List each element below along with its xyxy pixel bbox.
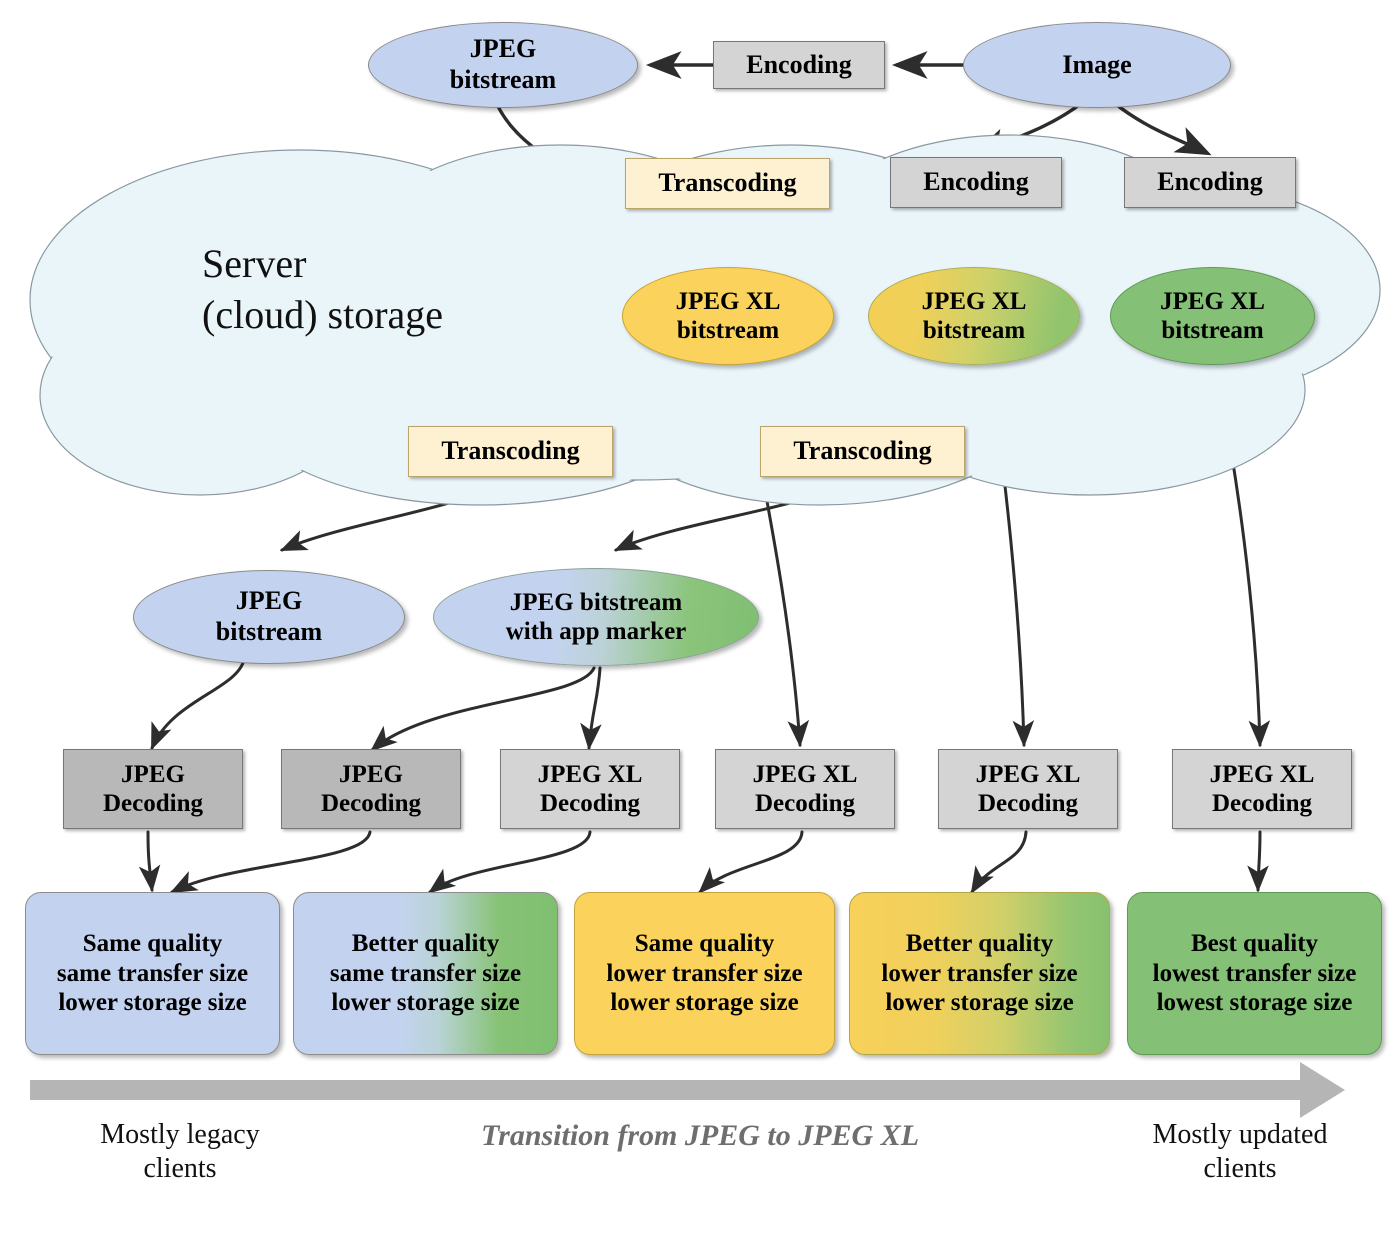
result-card-1[interactable]: Same quality same transfer size lower st… [25, 892, 280, 1055]
result-line1: Best quality [1190, 930, 1319, 958]
diagram-canvas: Server (cloud) storage JPEG bitstream En… [0, 0, 1400, 1244]
result-card-4[interactable]: Better quality lower transfer size lower… [849, 892, 1110, 1055]
axis-label-center-text: Transition from JPEG to JPEG XL [480, 1119, 920, 1152]
node-line1: JPEG [339, 760, 403, 788]
node-line2: Decoding [1212, 790, 1312, 817]
node-decoder-5[interactable]: JPEG XL Decoding [938, 749, 1118, 829]
result-line1: Better quality [351, 930, 500, 958]
node-line1: JPEG XL [752, 760, 858, 788]
node-encoding-right[interactable]: Encoding [1124, 157, 1296, 208]
node-line1: JPEG XL [975, 760, 1081, 788]
axis-label-center: Transition from JPEG to JPEG XL [400, 1118, 1000, 1155]
node-label: Image [1062, 49, 1132, 79]
node-jpeg-bitstream-client[interactable]: JPEG bitstream [133, 570, 405, 664]
node-line2: with app marker [505, 618, 687, 645]
axis-label-right-line2: clients [1203, 1153, 1277, 1185]
result-line3: lower storage size [885, 989, 1074, 1017]
node-decoder-3[interactable]: JPEG XL Decoding [500, 749, 680, 829]
result-line1: Better quality [905, 930, 1054, 958]
result-line2: lower transfer size [606, 959, 803, 987]
node-line2: Decoding [540, 790, 640, 817]
node-line2: bitstream [215, 617, 323, 646]
node-transcoding-right[interactable]: Transcoding [760, 426, 965, 477]
result-line1: Same quality [634, 930, 775, 958]
node-decoder-1[interactable]: JPEG Decoding [63, 749, 243, 829]
node-decoder-2[interactable]: JPEG Decoding [281, 749, 461, 829]
result-line2: same transfer size [329, 959, 522, 987]
node-jpeg-bitstream-app-marker[interactable]: JPEG bitstream with app marker [433, 568, 759, 666]
node-decoder-4[interactable]: JPEG XL Decoding [715, 749, 895, 829]
cloud-label-line1: Server [202, 241, 307, 286]
node-jpegxl-bitstream-b[interactable]: JPEG XL bitstream [868, 267, 1080, 365]
cloud-label-line2: (cloud) storage [202, 292, 444, 338]
node-encoding-mid[interactable]: Encoding [890, 157, 1062, 208]
node-label: Transcoding [441, 436, 580, 466]
axis-label-right: Mostly updated clients [1110, 1118, 1370, 1186]
result-card-2[interactable]: Better quality same transfer size lower … [293, 892, 558, 1055]
node-label: Transcoding [793, 436, 932, 466]
node-line2: bitstream [449, 65, 557, 94]
node-line2: Decoding [978, 790, 1078, 817]
node-jpeg-bitstream-top[interactable]: JPEG bitstream [368, 22, 638, 108]
node-line1: JPEG XL [675, 287, 781, 315]
result-line1: Same quality [82, 930, 223, 958]
node-line1: JPEG XL [921, 287, 1027, 315]
node-line1: JPEG XL [1209, 760, 1315, 788]
axis-label-left-line1: Mostly legacy [100, 1119, 260, 1150]
node-jpegxl-bitstream-c[interactable]: JPEG XL bitstream [1110, 267, 1315, 365]
result-line3: lowest storage size [1156, 989, 1353, 1017]
result-line2: lowest transfer size [1152, 959, 1357, 987]
result-line3: lower storage size [331, 989, 520, 1017]
node-jpegxl-bitstream-a[interactable]: JPEG XL bitstream [622, 267, 834, 365]
node-line1: JPEG XL [537, 760, 643, 788]
node-label: Encoding [746, 49, 852, 79]
node-label: Encoding [1157, 167, 1263, 197]
node-line1: JPEG [235, 586, 303, 616]
node-line1: JPEG XL [1160, 287, 1265, 315]
node-label: Transcoding [658, 168, 797, 198]
result-card-5[interactable]: Best quality lowest transfer size lowest… [1127, 892, 1382, 1055]
result-line3: lower storage size [610, 989, 799, 1017]
node-image[interactable]: Image [963, 22, 1231, 108]
result-card-3[interactable]: Same quality lower transfer size lower s… [574, 892, 835, 1055]
axis-label-right-line1: Mostly updated [1152, 1119, 1328, 1150]
node-line2: Decoding [321, 790, 421, 817]
result-line2: same transfer size [56, 959, 249, 987]
node-line1: JPEG bitstream [509, 588, 683, 616]
node-line1: JPEG [121, 760, 185, 788]
node-transcoding-left[interactable]: Transcoding [408, 426, 613, 477]
node-line2: bitstream [1161, 317, 1264, 344]
node-encoding-top[interactable]: Encoding [713, 41, 885, 89]
node-line2: Decoding [755, 790, 855, 817]
node-line2: Decoding [103, 790, 203, 817]
axis-label-left-line2: clients [143, 1153, 217, 1185]
node-line2: bitstream [922, 317, 1026, 344]
axis-label-left: Mostly legacy clients [60, 1118, 300, 1186]
node-line2: bitstream [676, 317, 780, 344]
result-line3: lower storage size [58, 989, 247, 1017]
node-line1: JPEG [469, 34, 537, 64]
node-transcoding-server[interactable]: Transcoding [625, 158, 830, 209]
cloud-label: Server (cloud) storage [202, 238, 443, 340]
node-label: Encoding [923, 167, 1029, 197]
result-line2: lower transfer size [881, 959, 1078, 987]
node-decoder-6[interactable]: JPEG XL Decoding [1172, 749, 1352, 829]
